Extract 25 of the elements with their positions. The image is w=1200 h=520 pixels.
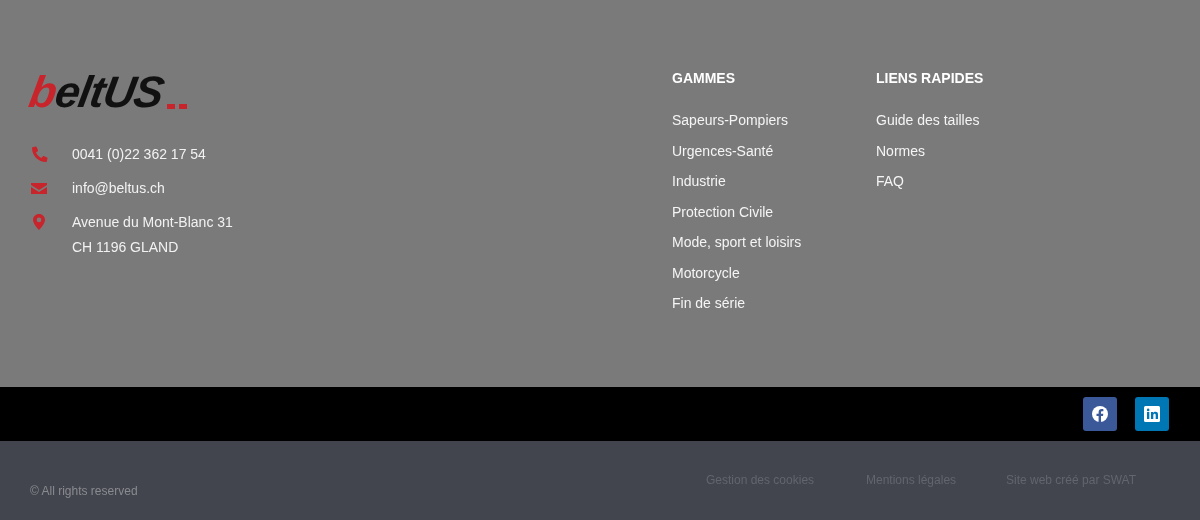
phone-icon — [30, 145, 48, 163]
logo-wordmark: beltUS — [26, 70, 167, 114]
copyright-text: © All rights reserved — [30, 484, 138, 498]
menu-link[interactable]: FAQ — [876, 171, 904, 191]
menu-link[interactable]: Mode, sport et loisirs — [672, 232, 802, 252]
linkedin-button[interactable] — [1135, 397, 1169, 431]
menu-link[interactable]: Urgences-Santé — [672, 140, 774, 161]
menu-link[interactable]: Normes — [876, 140, 925, 161]
menu-link[interactable]: Industrie — [672, 171, 726, 191]
menu-link[interactable]: Guide des tailles — [876, 110, 980, 130]
menu-link[interactable]: Protection Civile — [672, 201, 774, 222]
menu-heading: LIENS RAPIDES — [876, 69, 985, 88]
address-line: CH 1196 GLAND — [72, 238, 180, 257]
address-line: Avenue du Mont-Blanc 31 — [72, 213, 233, 232]
facebook-icon — [1091, 405, 1109, 423]
facebook-button[interactable] — [1083, 397, 1117, 431]
email-link[interactable]: info@beltus.ch — [72, 178, 165, 198]
menu-heading: GAMMES — [672, 69, 736, 88]
menu-link[interactable]: Motorcycle — [672, 262, 740, 283]
location-pin-icon — [30, 213, 48, 231]
menu-link[interactable]: Fin de série — [672, 293, 746, 313]
dots-icon — [166, 104, 189, 110]
phone-number[interactable]: 0041 (0)22 362 17 54 — [72, 144, 206, 164]
menu-link[interactable]: Sapeurs-Pompiers — [672, 110, 788, 130]
linkedin-icon — [1143, 405, 1161, 423]
